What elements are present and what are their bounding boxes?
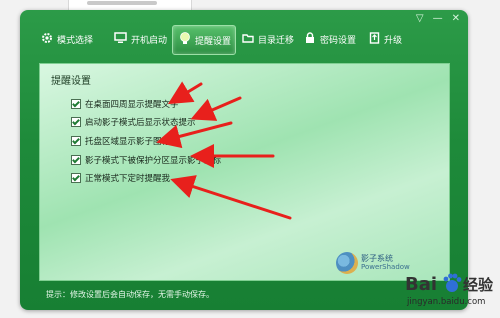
bulb-icon: [179, 32, 191, 48]
logo-name: 影子系统: [361, 254, 393, 263]
watermark-url: jingyan.baidu.com: [407, 297, 486, 307]
shadow-system-logo-icon: [336, 252, 358, 274]
option-label: 正常模式下定时提醒我: [85, 174, 171, 184]
checkbox[interactable]: [71, 155, 81, 165]
nav-toolbar: 模式选择 开机启动 提醒设置 目录迁移 密码设置 升级: [26, 25, 462, 55]
logo-subtitle: PowerShadow: [361, 263, 410, 271]
tab-directory-migration[interactable]: 目录迁移: [242, 25, 294, 53]
paw-icon: [443, 273, 462, 292]
checkbox[interactable]: [71, 136, 81, 146]
tab-label: 提醒设置: [195, 36, 232, 47]
tab-label: 模式选择: [57, 35, 94, 46]
tab-label: 开机启动: [131, 35, 168, 46]
option-timed-reminder[interactable]: 正常模式下定时提醒我: [71, 172, 170, 184]
checkbox[interactable]: [71, 99, 81, 109]
minimize-icon[interactable]: —: [433, 13, 443, 25]
monitor-icon: [114, 31, 127, 47]
menu-icon[interactable]: ▽: [416, 13, 424, 25]
option-label: 在桌面四周显示提醒文字: [85, 100, 179, 110]
option-desktop-reminder-text[interactable]: 在桌面四周显示提醒文字: [71, 98, 179, 110]
option-label: 托盘区域显示影子图标: [85, 137, 171, 147]
option-label: 启动影子模式后显示状态提示: [85, 118, 196, 128]
hint-text: 提示：修改设置后会自动保存，无需手动保存。: [46, 290, 214, 299]
checkbox[interactable]: [71, 173, 81, 183]
lock-icon: [304, 31, 316, 47]
tab-password-settings[interactable]: 密码设置: [304, 25, 356, 53]
tab-label: 升级: [384, 35, 403, 46]
baidu-jingyan-watermark: Bai 经验: [405, 273, 494, 295]
option-label: 影子模式下被保护分区显示影子图标: [85, 156, 222, 166]
option-tray-icon[interactable]: 托盘区域显示影子图标: [71, 135, 170, 147]
product-logo: 影子系统 PowerShadow: [336, 252, 410, 274]
settings-panel: 提醒设置 在桌面四周显示提醒文字 启动影子模式后显示状态提示 托盘区域显示影子图…: [39, 63, 450, 281]
window-controls: ▽ — ✕: [416, 13, 460, 25]
tab-label: 密码设置: [320, 35, 357, 46]
tab-reminder-settings[interactable]: 提醒设置: [172, 25, 237, 55]
close-icon[interactable]: ✕: [452, 13, 460, 25]
watermark-brand-right: 经验: [463, 276, 494, 294]
checkbox[interactable]: [71, 117, 81, 127]
tab-mode-select[interactable]: 模式选择: [41, 25, 93, 53]
watermark-brand-left: Bai: [405, 274, 437, 295]
tab-startup[interactable]: 开机启动: [114, 25, 167, 53]
gear-icon: [41, 32, 53, 47]
panel-title: 提醒设置: [51, 76, 91, 87]
option-protected-partition-icon[interactable]: 影子模式下被保护分区显示影子图标: [71, 154, 221, 166]
tab-label: 目录迁移: [258, 35, 295, 46]
option-shadow-mode-status-tip[interactable]: 启动影子模式后显示状态提示: [71, 116, 196, 128]
upgrade-icon: [369, 31, 380, 47]
folder-icon: [242, 32, 254, 47]
tab-upgrade[interactable]: 升级: [369, 25, 402, 53]
